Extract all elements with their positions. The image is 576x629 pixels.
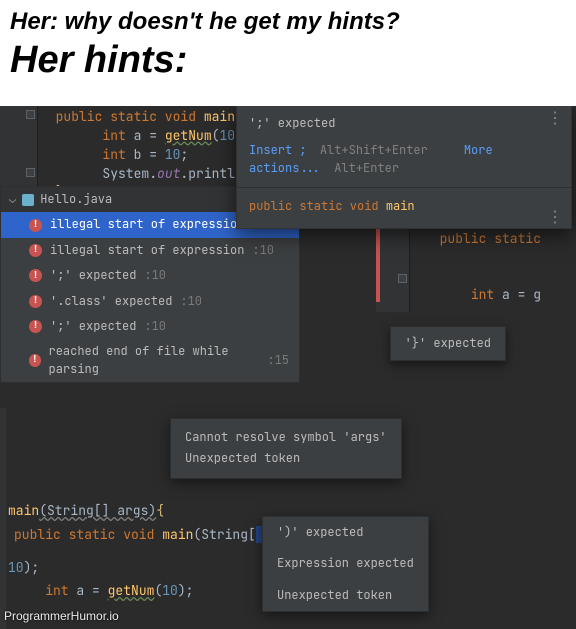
- error-location: :10: [144, 267, 166, 284]
- java-file-icon: [22, 194, 34, 206]
- watermark: ProgrammerHumor.io: [4, 608, 119, 625]
- method-call: getNum: [165, 127, 212, 144]
- tooltip-text: '}' expected: [405, 335, 491, 351]
- hint-message: ';' expected: [237, 106, 571, 138]
- error-location: :10: [180, 293, 202, 310]
- error-message: '.class' expected: [50, 293, 172, 310]
- error-location: :10: [144, 318, 166, 335]
- fold-marker[interactable]: [26, 168, 35, 177]
- error-tooltip-args: Cannot resolve symbol 'args' Unexpected …: [170, 418, 402, 479]
- tooltip-row: Unexpected token: [185, 448, 387, 469]
- problems-error-row[interactable]: ! illegal start of expression :10: [1, 238, 299, 263]
- meme-caption: Her: why doesn't he get my hints? Her hi…: [0, 0, 576, 86]
- error-message: ';' expected: [50, 267, 136, 284]
- insert-fix-link[interactable]: Insert ;: [249, 142, 307, 158]
- problems-error-row[interactable]: ! '.class' expected :10: [1, 289, 299, 314]
- more-icon[interactable]: ⋮: [547, 212, 563, 222]
- problems-error-row[interactable]: ! ';' expected :10: [1, 263, 299, 288]
- error-icon: !: [29, 269, 42, 282]
- number: 10: [165, 146, 181, 163]
- caption-line-1: Her: why doesn't he get my hints?: [10, 8, 566, 37]
- tooltip-row: Unexpected token: [263, 580, 428, 611]
- error-message: ';' expected: [50, 318, 136, 335]
- error-message: illegal start of expression: [50, 216, 244, 233]
- keyword: int: [102, 146, 125, 163]
- error-tooltip-brace: '}' expected: [390, 326, 506, 361]
- error-location: :10: [252, 242, 274, 259]
- error-icon: !: [29, 244, 42, 257]
- error-icon: !: [29, 354, 41, 367]
- caption-line-2: Her hints:: [10, 39, 566, 83]
- number: 10: [219, 127, 235, 144]
- shortcut-label: Alt+Enter: [334, 160, 399, 176]
- hint-actions: Insert ; Alt+Shift+Enter More actions...…: [237, 138, 571, 187]
- method-name: main: [204, 108, 235, 125]
- file-name: Hello.java: [40, 191, 112, 208]
- chevron-down-icon[interactable]: ⌄: [9, 191, 16, 208]
- fold-marker[interactable]: [26, 110, 35, 119]
- problems-error-row[interactable]: ! ';' expected :10: [1, 314, 299, 339]
- intention-hint-popup[interactable]: ⋮ ';' expected Insert ; Alt+Shift+Enter …: [236, 106, 572, 229]
- error-icon: !: [29, 320, 42, 333]
- error-icon: !: [29, 295, 42, 308]
- ide-area: public static void main(String[] args){ …: [0, 106, 576, 629]
- fold-marker[interactable]: [398, 274, 407, 283]
- hint-preview: public static void main: [237, 188, 571, 227]
- tooltip-row: Expression expected: [263, 548, 428, 579]
- error-tooltip-bottom: ')' expected Expression expected Unexpec…: [262, 516, 429, 612]
- tooltip-row: ')' expected: [263, 517, 428, 548]
- shortcut-label: Alt+Shift+Enter: [320, 142, 428, 158]
- error-icon: !: [29, 219, 42, 232]
- error-message: illegal start of expression: [50, 242, 244, 259]
- editor-gutter: [0, 106, 38, 186]
- problems-error-row[interactable]: ! reached end of file while parsing :15: [1, 339, 299, 382]
- tooltip-row: Cannot resolve symbol 'args': [185, 427, 387, 448]
- error-message: reached end of file while parsing: [49, 343, 260, 378]
- more-icon[interactable]: ⋮: [547, 113, 563, 123]
- error-location: :15: [267, 352, 289, 369]
- keyword: public static void: [56, 108, 196, 125]
- keyword: int: [102, 127, 125, 144]
